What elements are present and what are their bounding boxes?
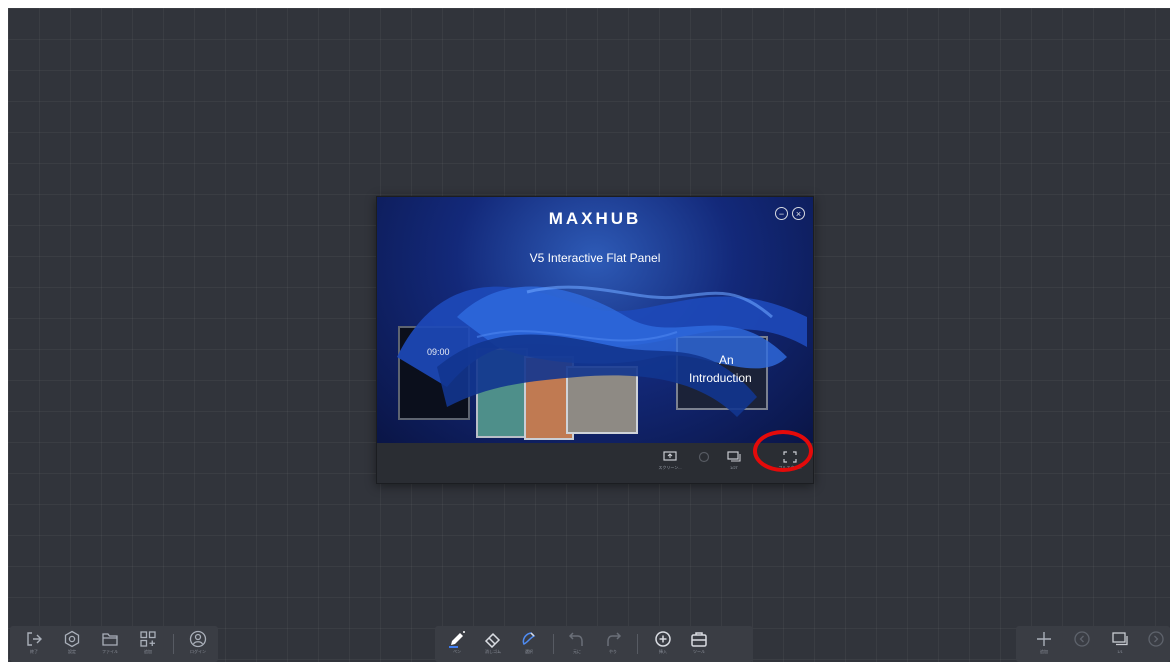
apps-label: 追加	[144, 649, 152, 654]
next-page-button[interactable]	[1142, 630, 1170, 649]
insert-icon	[655, 631, 671, 647]
media-window[interactable]: MAXHUB V5 Interactive Flat Panel − × 09:…	[376, 196, 814, 484]
redo-label: やり	[609, 649, 617, 654]
whiteboard-canvas[interactable]: MAXHUB V5 Interactive Flat Panel − × 09:…	[8, 8, 1170, 662]
prev-page-button[interactable]	[1068, 630, 1096, 649]
brand-logo: MAXHUB	[548, 209, 642, 228]
intro-text: An Introduction	[687, 351, 752, 387]
redo-button[interactable]: やり	[599, 630, 627, 655]
fullscreen-icon	[783, 451, 797, 463]
screen-share-icon	[663, 451, 677, 461]
exit-button[interactable]: 終了	[20, 630, 48, 655]
screen-share-label: スクリーン...	[658, 465, 682, 470]
folder-label: ファイル	[102, 649, 118, 654]
undo-label: 元に	[573, 649, 581, 654]
insert-button[interactable]: 挿入	[649, 630, 677, 655]
settings-label: 設定	[68, 649, 76, 654]
pages-label: 1/1	[1117, 649, 1123, 654]
fullscreen-label: フルスクリ...	[778, 465, 802, 470]
bottom-left-toolbar: 終了 設定 ファイル 追加 ログイン	[10, 626, 218, 662]
intro-line-2: Introduction	[689, 371, 752, 385]
close-button[interactable]: ×	[792, 207, 805, 220]
toolbar-divider	[173, 634, 174, 654]
video-frame[interactable]: MAXHUB V5 Interactive Flat Panel − × 09:…	[377, 197, 813, 443]
annotate-icon	[698, 451, 710, 463]
exit-icon	[27, 632, 42, 646]
toolbox-icon	[691, 632, 707, 647]
prev-page-icon	[1074, 631, 1090, 647]
undo-icon	[568, 632, 583, 646]
redo-icon	[607, 632, 622, 646]
annotate-button[interactable]	[689, 451, 719, 465]
eraser-icon	[484, 632, 501, 648]
folder-icon	[102, 633, 118, 646]
clock-text: 09:00	[427, 347, 450, 357]
media-toolbar: スクリーン... 1/2T フルスクリ...	[377, 443, 813, 483]
undo-button[interactable]: 元に	[563, 630, 591, 655]
apps-button[interactable]: 追加	[134, 630, 162, 655]
screen-share-button[interactable]: スクリーン...	[655, 451, 685, 471]
account-label: ログイン	[190, 649, 206, 654]
account-button[interactable]: ログイン	[184, 630, 212, 655]
pen-icon	[449, 631, 465, 648]
select-label: 選択	[525, 649, 533, 654]
pages-button[interactable]: 1/1	[1106, 630, 1134, 654]
toolbox-label: ツール	[693, 649, 705, 654]
eraser-label: 消しゴム	[485, 649, 501, 654]
toolbox-button[interactable]: ツール	[685, 630, 713, 655]
toolbar-divider	[637, 634, 638, 654]
add-page-icon	[1037, 632, 1051, 646]
toolbar-divider	[553, 634, 554, 654]
next-page-icon	[1148, 631, 1164, 647]
apps-icon	[140, 631, 156, 647]
minimize-button[interactable]: −	[775, 207, 788, 220]
pages-icon	[1112, 632, 1128, 646]
settings-button[interactable]: 設定	[58, 630, 86, 655]
add-page-label: 追加	[1040, 649, 1048, 654]
window-icon	[727, 451, 741, 462]
pen-button[interactable]: ペン	[443, 630, 471, 655]
select-button[interactable]: 選択	[515, 630, 543, 655]
product-title: V5 Interactive Flat Panel	[529, 251, 661, 265]
eraser-button[interactable]: 消しゴム	[479, 630, 507, 655]
add-page-button[interactable]: 追加	[1030, 630, 1058, 655]
insert-label: 挿入	[659, 649, 667, 654]
settings-icon	[64, 630, 80, 648]
intro-line-1: An	[719, 353, 734, 367]
pen-label: ペン	[453, 649, 461, 654]
window-label: 1/2T	[729, 465, 738, 470]
select-icon	[522, 632, 536, 646]
exit-label: 終了	[30, 649, 38, 654]
folder-button[interactable]: ファイル	[96, 630, 124, 655]
window-button[interactable]: 1/2T	[719, 451, 749, 470]
bottom-right-toolbar: 追加 1/1	[1016, 626, 1170, 662]
fullscreen-button[interactable]: フルスクリ...	[775, 451, 805, 471]
product-illustration	[397, 285, 807, 440]
account-icon	[189, 630, 207, 648]
bottom-center-toolbar: ペン 消しゴム 選択 元に やり 挿入 ツール	[435, 626, 753, 662]
